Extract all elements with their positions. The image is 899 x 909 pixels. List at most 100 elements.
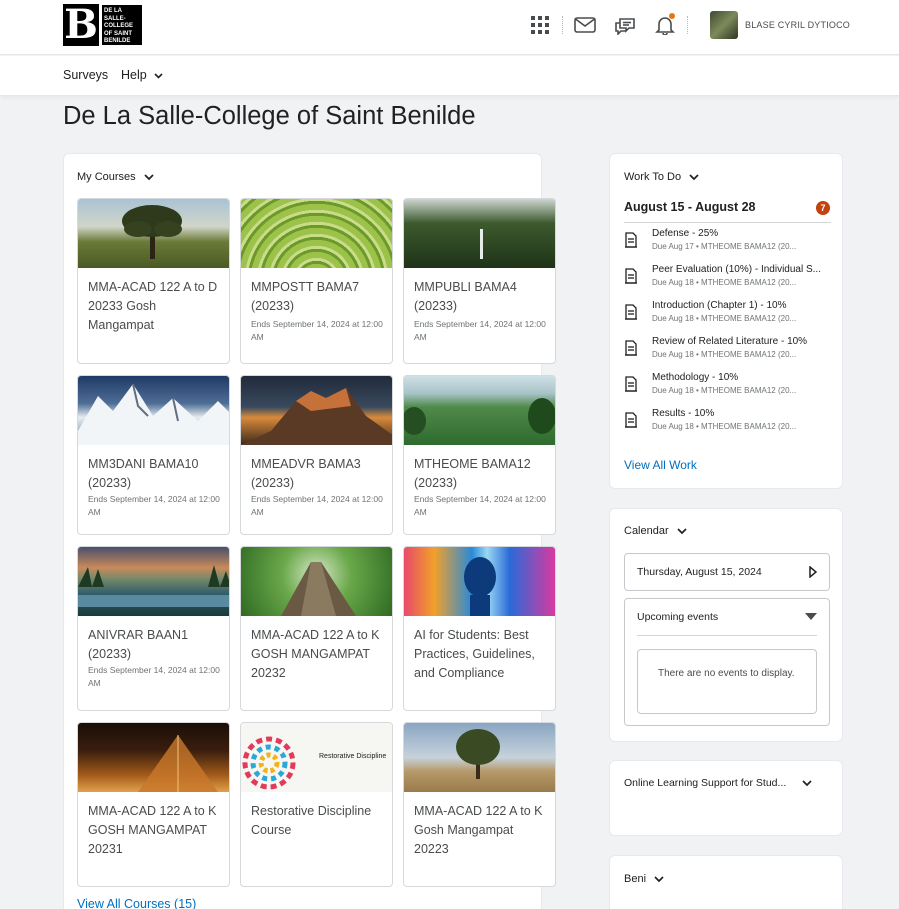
course-tile[interactable]: MTHEOME BAMA12 (20233) Ends September 14… (403, 375, 556, 535)
work-item-title: Introduction (Chapter 1) - 10% (652, 300, 787, 311)
chevron-down-icon (154, 73, 163, 79)
mail-icon[interactable] (565, 10, 605, 40)
user-menu[interactable]: BLASE CYRIL DYTIOCO (710, 11, 850, 39)
course-tile[interactable]: AI for Students: Best Practices, Guideli… (403, 546, 556, 711)
course-tile[interactable]: ANIVRAR BAAN1 (20233) Ends September 14,… (77, 546, 230, 711)
work-item-due: Due Aug 17 • MTHEOME BAMA12 (20... (652, 242, 797, 251)
online-support-title: Online Learning Support for Stud... (624, 777, 787, 789)
my-courses-title: My Courses (77, 171, 136, 183)
my-courses-heading[interactable]: My Courses (77, 171, 154, 183)
work-item-title: Methodology - 10% (652, 372, 739, 383)
course-tile[interactable]: MMEADVR BAMA3 (20233) Ends September 14,… (240, 375, 393, 535)
work-item[interactable]: Results - 10% Due Aug 18 • MTHEOME BAMA1… (624, 408, 834, 438)
work-item-due: Due Aug 18 • MTHEOME BAMA12 (20... (652, 314, 797, 323)
upcoming-events-label[interactable]: Upcoming events (637, 611, 718, 623)
course-tile[interactable]: MMPOSTT BAMA7 (20233) Ends September 14,… (240, 198, 393, 364)
work-to-do-title: Work To Do (624, 171, 682, 183)
course-tile[interactable]: Restorative Discipline Restorative Disci… (240, 722, 393, 887)
course-tile[interactable]: MMA-ACAD 122 A to D 20233 Gosh Mangampat (77, 198, 230, 364)
course-image (78, 376, 229, 445)
assignment-icon (625, 376, 637, 392)
logo-letter: B (63, 1, 99, 48)
course-name: Restorative Discipline Course (251, 804, 372, 837)
nav-item-help-label: Help (121, 68, 147, 82)
work-date-range: August 15 - August 28 (624, 200, 756, 214)
work-item-due: Due Aug 18 • MTHEOME BAMA12 (20... (652, 422, 797, 431)
work-item-due: Due Aug 18 • MTHEOME BAMA12 (20... (652, 386, 797, 395)
course-name: MMPUBLI BAMA4 (20233) (414, 280, 517, 313)
view-all-work-link[interactable]: View All Work (624, 458, 697, 472)
course-name: MMPOSTT BAMA7 (20233) (251, 280, 360, 313)
work-to-do-heading[interactable]: Work To Do (624, 171, 699, 183)
course-image (78, 199, 229, 268)
course-name: MMEADVR BAMA3 (20233) (251, 457, 361, 490)
course-image (78, 723, 229, 792)
chat-icon[interactable] (605, 10, 645, 40)
user-name: BLASE CYRIL DYTIOCO (745, 20, 850, 30)
calendar-heading[interactable]: Calendar (624, 525, 687, 537)
course-tile[interactable]: MMA-ACAD 122 A to K GOSH MANGAMPAT 20231 (77, 722, 230, 887)
next-arrow-icon[interactable] (809, 566, 817, 578)
work-item[interactable]: Introduction (Chapter 1) - 10% Due Aug 1… (624, 300, 834, 330)
course-tile[interactable]: MMA-ACAD 122 A to K Gosh Mangampat 20223 (403, 722, 556, 887)
course-image (404, 376, 555, 445)
course-image (78, 547, 229, 616)
course-tile[interactable]: MMA-ACAD 122 A to K GOSH MANGAMPAT 20232 (240, 546, 393, 711)
course-tile[interactable]: MMPUBLI BAMA4 (20233) Ends September 14,… (403, 198, 556, 364)
work-item[interactable]: Methodology - 10% Due Aug 18 • MTHEOME B… (624, 372, 834, 402)
chevron-down-icon (144, 173, 154, 180)
assignment-icon (625, 268, 637, 284)
bell-icon[interactable] (645, 10, 685, 40)
work-item-title: Results - 10% (652, 408, 715, 419)
nav-item-surveys[interactable]: Surveys (63, 68, 108, 82)
course-end-date: Ends September 14, 2024 at 12:00 AM (414, 494, 546, 517)
page-title: De La Salle-College of Saint Benilde (63, 102, 476, 130)
divider (637, 635, 817, 636)
work-item[interactable]: Peer Evaluation (10%) - Individual S... … (624, 264, 834, 294)
course-tile[interactable]: MM3DANI BAMA10 (20233) Ends September 14… (77, 375, 230, 535)
work-item-due: Due Aug 18 • MTHEOME BAMA12 (20... (652, 278, 797, 287)
course-image (241, 376, 392, 445)
course-name: MTHEOME BAMA12 (20233) (414, 457, 531, 490)
online-support-panel (609, 760, 843, 836)
course-image (404, 199, 555, 268)
logo-text: DE LA SALLE- COLLEGE OF SAINT BENILDE (102, 5, 142, 45)
course-image (404, 547, 555, 616)
divider (624, 222, 831, 223)
chevron-down-icon (677, 527, 687, 534)
work-item-title: Defense - 25% (652, 228, 719, 239)
online-support-heading[interactable]: Online Learning Support for Stud... (624, 777, 812, 789)
work-item[interactable]: Defense - 25% Due Aug 17 • MTHEOME BAMA1… (624, 228, 834, 258)
work-item-title: Peer Evaluation (10%) - Individual S... (652, 264, 821, 275)
course-end-date: Ends September 14, 2024 at 12:00 AM (414, 319, 546, 342)
calendar-date: Thursday, August 15, 2024 (637, 566, 762, 578)
course-end-date: Ends September 14, 2024 at 12:00 AM (251, 494, 383, 517)
course-name: MMA-ACAD 122 A to D 20233 Gosh Mangampat (88, 280, 218, 332)
assignment-icon (625, 340, 637, 356)
calendar-date-selector[interactable]: Thursday, August 15, 2024 (624, 553, 830, 591)
calendar-title: Calendar (624, 525, 669, 537)
course-name: AI for Students: Best Practices, Guideli… (414, 628, 535, 680)
caret-down-icon[interactable] (805, 613, 817, 620)
course-name: MMA-ACAD 122 A to K Gosh Mangampat 20223 (414, 804, 543, 856)
beni-heading[interactable]: Beni (624, 873, 664, 885)
school-logo[interactable]: B DE LA SALLE- COLLEGE OF SAINT BENILDE (63, 4, 143, 46)
course-end-date: Ends September 14, 2024 at 12:00 AM (88, 494, 220, 517)
nav-item-help[interactable]: Help (121, 68, 163, 82)
apps-grid-icon[interactable] (520, 10, 560, 40)
divider (687, 16, 688, 34)
avatar (710, 11, 738, 39)
work-item-title: Review of Related Literature - 10% (652, 336, 808, 347)
work-item[interactable]: Review of Related Literature - 10% Due A… (624, 336, 834, 366)
course-image (241, 547, 392, 616)
course-name: MMA-ACAD 122 A to K GOSH MANGAMPAT 20231 (88, 804, 217, 856)
beni-title: Beni (624, 873, 647, 885)
course-image (241, 199, 392, 268)
course-end-date: Ends September 14, 2024 at 12:00 AM (251, 319, 383, 342)
work-count-badge: 7 (816, 201, 830, 215)
nav-bar: Surveys Help (0, 56, 899, 96)
view-all-courses-link[interactable]: View All Courses (15) (77, 897, 196, 909)
course-image-text: Restorative Discipline (319, 753, 387, 760)
divider (562, 16, 563, 34)
top-bar: B DE LA SALLE- COLLEGE OF SAINT BENILDE (0, 0, 899, 55)
